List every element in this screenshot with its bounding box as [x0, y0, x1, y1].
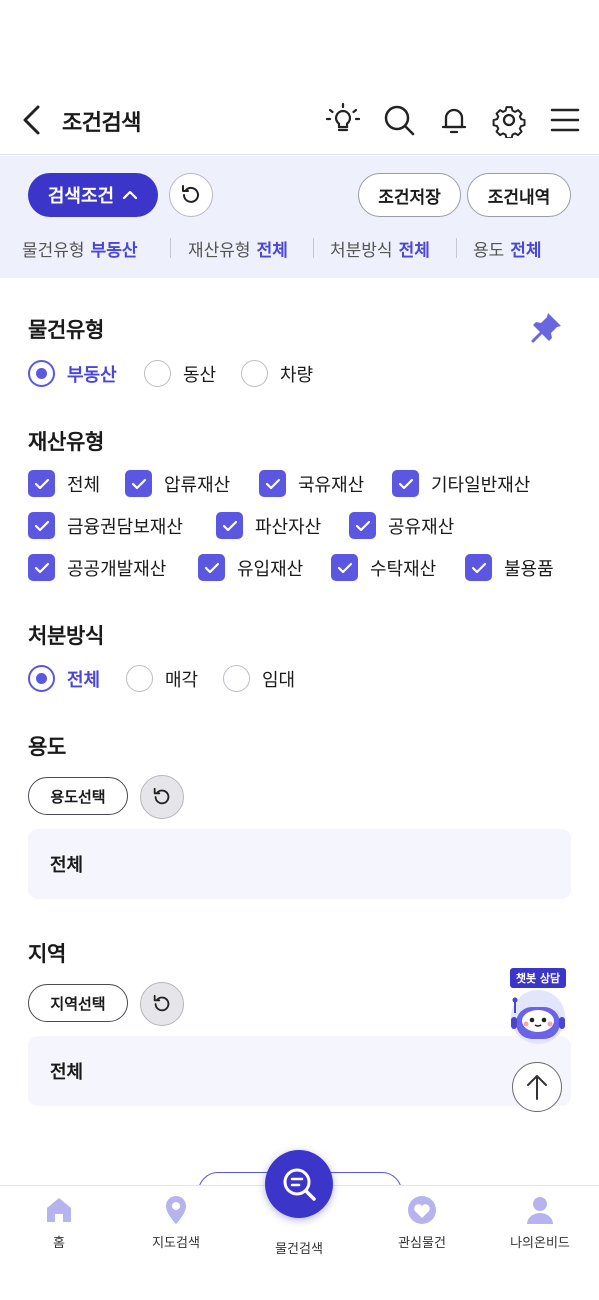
chatbot-icon[interactable]	[505, 985, 571, 1045]
region-value-box: 전체	[28, 1036, 571, 1106]
radio-sale[interactable]: 매각	[126, 665, 198, 692]
back-icon[interactable]	[18, 103, 48, 137]
property-type-options: 부동산 동산 차량	[28, 360, 588, 390]
checkbox-public-development[interactable]: 공공개발재산	[28, 554, 166, 581]
nav-map-search[interactable]: 지도검색	[121, 1194, 231, 1251]
region-select-button[interactable]: 지역선택	[28, 984, 128, 1022]
nav-item-search[interactable]: 물건검색	[244, 1232, 354, 1257]
checkbox-national[interactable]: 국유재산	[259, 470, 364, 497]
pin-icon[interactable]	[530, 310, 564, 344]
save-condition-button[interactable]: 조건저장	[358, 173, 461, 217]
section-title-region: 지역	[28, 942, 67, 966]
checkbox-inflow[interactable]: 유입재산	[198, 554, 303, 581]
usage-value-box: 전체	[28, 829, 571, 899]
check-icon	[216, 512, 243, 539]
checkbox-public[interactable]: 공유재산	[349, 512, 454, 539]
heart-icon	[408, 1196, 436, 1224]
check-icon	[392, 470, 419, 497]
gear-icon[interactable]	[491, 102, 527, 138]
condition-history-button[interactable]: 조건내역	[467, 173, 571, 217]
region-reset-button[interactable]	[140, 982, 184, 1026]
check-icon	[198, 554, 225, 581]
usage-reset-button[interactable]	[140, 775, 184, 819]
radio-lease[interactable]: 임대	[223, 665, 295, 692]
item-search-button[interactable]	[265, 1150, 333, 1218]
check-icon	[465, 554, 492, 581]
check-icon	[28, 470, 55, 497]
checkbox-unused[interactable]: 불용품	[465, 554, 554, 581]
person-icon	[527, 1197, 553, 1224]
checkbox-other-general[interactable]: 기타일반재산	[392, 470, 530, 497]
section-title-asset-type: 재산유형	[28, 430, 105, 454]
radio-unselected	[223, 665, 250, 692]
checkbox-seized[interactable]: 압류재산	[125, 470, 230, 497]
check-icon	[125, 470, 152, 497]
asset-type-row-3: 공공개발재산 유입재산 수탁재산 불용품	[28, 554, 588, 584]
radio-movable[interactable]: 동산	[144, 360, 216, 387]
radio-selected	[28, 360, 55, 387]
check-icon	[28, 512, 55, 539]
divider	[170, 238, 171, 258]
radio-disposal-all[interactable]: 전체	[28, 665, 100, 692]
divider	[313, 238, 314, 258]
nav-favorites[interactable]: 관심물건	[367, 1194, 477, 1251]
check-icon	[349, 512, 376, 539]
section-title-disposal: 처분방식	[28, 624, 105, 648]
radio-unselected	[126, 665, 153, 692]
checkbox-bankruptcy[interactable]: 파산자산	[216, 512, 321, 539]
section-title-usage: 용도	[28, 735, 67, 759]
check-icon	[259, 470, 286, 497]
radio-real-estate[interactable]: 부동산	[28, 360, 117, 387]
nav-my-onbid[interactable]: 나의온비드	[485, 1194, 595, 1251]
condition-summary: 물건유형 부동산 재산유형 전체 처분방식 전체 용도 전체	[0, 232, 599, 264]
asset-type-row-1: 전체 압류재산 국유재산 기타일반재산	[28, 470, 588, 500]
app-header: 조건검색	[0, 85, 599, 155]
scroll-top-button[interactable]	[512, 1062, 562, 1112]
map-pin-icon	[166, 1196, 186, 1224]
check-icon	[331, 554, 358, 581]
summary-item-asset-type[interactable]: 재산유형 전체	[188, 236, 288, 261]
disposal-options: 전체 매각 임대	[28, 665, 588, 695]
check-icon	[28, 554, 55, 581]
divider	[456, 238, 457, 258]
nav-home[interactable]: 홈	[4, 1194, 114, 1251]
reset-button[interactable]	[169, 173, 213, 217]
checkbox-trust[interactable]: 수탁재산	[331, 554, 436, 581]
summary-item-usage[interactable]: 용도 전체	[473, 236, 542, 261]
section-title-property-type: 물건유형	[28, 318, 105, 342]
refresh-icon	[153, 787, 170, 805]
usage-select-button[interactable]: 용도선택	[28, 777, 128, 815]
lightbulb-icon[interactable]	[325, 102, 361, 138]
asset-type-row-2: 금융권담보재산 파산자산 공유재산	[28, 512, 588, 542]
checkbox-financial-collateral[interactable]: 금융권담보재산	[28, 512, 183, 539]
radio-selected	[28, 665, 55, 692]
search-condition-toggle[interactable]: 검색조건	[28, 173, 158, 217]
search-icon[interactable]	[381, 102, 417, 138]
radio-vehicle[interactable]: 차량	[241, 360, 313, 387]
refresh-icon	[182, 185, 199, 203]
radio-unselected	[144, 360, 171, 387]
bell-icon[interactable]	[436, 102, 472, 138]
radio-unselected	[241, 360, 268, 387]
filter-bar: 검색조건 조건저장 조건내역 물건유형 부동산 재산유형 전체 처분방식 전체 용도 전…	[0, 156, 599, 278]
search-condition-label: 검색조건	[47, 186, 115, 207]
page-title: 조건검색	[62, 111, 141, 136]
checkbox-all[interactable]: 전체	[28, 470, 100, 497]
menu-icon[interactable]	[547, 102, 583, 138]
chevron-up-icon	[123, 190, 138, 200]
refresh-icon	[153, 994, 170, 1012]
search-doc-icon	[283, 1168, 316, 1201]
arrow-up-icon	[527, 1075, 547, 1100]
summary-item-property-type[interactable]: 물건유형 부동산	[22, 236, 137, 261]
summary-item-disposal[interactable]: 처분방식 전체	[330, 236, 430, 261]
home-icon	[47, 1198, 71, 1222]
